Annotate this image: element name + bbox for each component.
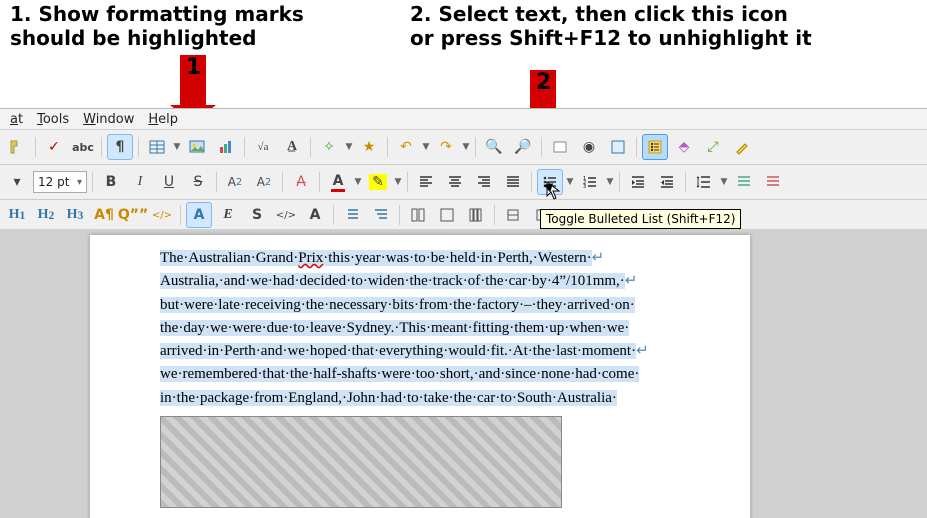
spellcheck-icon[interactable]: abc bbox=[70, 134, 96, 160]
embedded-photo bbox=[160, 416, 562, 508]
dec-indent2-icon[interactable] bbox=[760, 169, 786, 195]
cols4-icon[interactable] bbox=[500, 202, 526, 228]
subscript-button[interactable]: A2 bbox=[251, 169, 277, 195]
toolbar-standard: ✓ abc ¶ ▼ √a A̲ ✧ ▼ ★ ↶ ▼ ↷ ▼ 🔍 🔎 ◉ ⬘ ⤢ bbox=[0, 130, 927, 165]
toggle-bulleted-list-button[interactable] bbox=[642, 134, 668, 160]
toolbar-formatting: ▾ 12 pt B I U S A2 A2 A̶ A ▼ ✎ ▼ ▼ 123 ▼… bbox=[0, 165, 927, 200]
menu-tools[interactable]: Tools bbox=[37, 112, 69, 127]
redo-dropdown[interactable]: ▼ bbox=[462, 142, 470, 152]
navigator-icon[interactable]: ◉ bbox=[576, 134, 602, 160]
h1-style[interactable]: H1 bbox=[4, 202, 30, 228]
autospell-icon[interactable]: ✓ bbox=[41, 134, 67, 160]
undo-icon[interactable]: ↶ bbox=[393, 134, 419, 160]
numbered-list-button[interactable]: 123 bbox=[577, 169, 603, 195]
insert-image-icon[interactable] bbox=[184, 134, 210, 160]
insert-chart-icon[interactable] bbox=[213, 134, 239, 160]
pre-style[interactable]: </> bbox=[149, 202, 175, 228]
bulleted-list-button[interactable] bbox=[537, 169, 563, 195]
toolbar-styles: H1 H2 H3 A¶ Q”” </> A E S </> A bbox=[0, 200, 927, 231]
arrow-number-2: 2 bbox=[536, 70, 551, 95]
table-dropdown[interactable]: ▼ bbox=[173, 142, 181, 152]
highlight-color-button[interactable]: ✎ bbox=[365, 169, 391, 195]
underline-button[interactable]: U bbox=[156, 169, 182, 195]
annotation-1: 1. Show formatting marks should be highl… bbox=[10, 2, 304, 50]
strike-button[interactable]: S bbox=[185, 169, 211, 195]
align-center-icon[interactable] bbox=[442, 169, 468, 195]
font-color-dd[interactable]: ▼ bbox=[354, 177, 362, 187]
quote-style[interactable]: Q”” bbox=[120, 202, 146, 228]
menu-window[interactable]: Window bbox=[83, 112, 134, 127]
h3-style[interactable]: H3 bbox=[62, 202, 88, 228]
find-icon[interactable]: 🔍 bbox=[481, 134, 507, 160]
page[interactable]: The·Australian·Grand·Prix·this·year·was·… bbox=[90, 235, 750, 518]
erase-format-icon[interactable]: A̶ bbox=[288, 169, 314, 195]
redo-icon[interactable]: ↷ bbox=[433, 134, 459, 160]
align-justify-icon[interactable] bbox=[500, 169, 526, 195]
list2-icon[interactable] bbox=[368, 202, 394, 228]
strong-style[interactable]: S bbox=[244, 202, 270, 228]
formula-icon[interactable]: √a bbox=[250, 134, 276, 160]
para-style-dd[interactable]: ▾ bbox=[4, 169, 30, 195]
align-left-icon[interactable] bbox=[413, 169, 439, 195]
bullet-dd[interactable]: ▼ bbox=[566, 177, 574, 187]
rect-icon[interactable] bbox=[547, 134, 573, 160]
svg-text:3: 3 bbox=[583, 184, 586, 190]
document-area: The·Australian·Grand·Prix·this·year·was·… bbox=[0, 229, 927, 518]
star-icon[interactable]: ★ bbox=[356, 134, 382, 160]
paragraph-text[interactable]: The·Australian·Grand·Prix·this·year·was·… bbox=[160, 247, 706, 410]
align-right-icon[interactable] bbox=[471, 169, 497, 195]
superscript-button[interactable]: A2 bbox=[222, 169, 248, 195]
line-icon[interactable]: ⤢ bbox=[700, 134, 726, 160]
font-size-field[interactable]: 12 pt bbox=[33, 171, 87, 193]
menu-format[interactable]: at bbox=[10, 112, 23, 127]
source-style[interactable]: </> bbox=[273, 202, 299, 228]
menubar: at Tools Window Help bbox=[0, 109, 927, 130]
shape-icon[interactable]: ⬘ bbox=[671, 134, 697, 160]
arrow-number-1: 1 bbox=[186, 55, 201, 80]
char-icon[interactable]: A̲ bbox=[279, 134, 305, 160]
emphasis-style[interactable]: E bbox=[215, 202, 241, 228]
clone-formatting-icon[interactable] bbox=[4, 134, 30, 160]
insert-table-icon[interactable] bbox=[144, 134, 170, 160]
list1-icon[interactable] bbox=[339, 202, 365, 228]
char-style-a[interactable]: A bbox=[186, 202, 212, 228]
box2-icon[interactable] bbox=[605, 134, 631, 160]
highlight-pen-icon[interactable] bbox=[729, 134, 755, 160]
spacing-dd[interactable]: ▼ bbox=[720, 177, 728, 187]
bold-button[interactable]: B bbox=[98, 169, 124, 195]
cols2-icon[interactable] bbox=[434, 202, 460, 228]
char-style-a2[interactable]: A bbox=[302, 202, 328, 228]
decrease-indent-icon[interactable] bbox=[654, 169, 680, 195]
number-dd[interactable]: ▼ bbox=[606, 177, 614, 187]
zoom-icon[interactable]: 🔎 bbox=[510, 134, 536, 160]
annotation-2: 2. Select text, then click this icon or … bbox=[410, 2, 812, 50]
h2-style[interactable]: H2 bbox=[33, 202, 59, 228]
tooltip-bulleted-list: Toggle Bulleted List (Shift+F12) bbox=[540, 209, 741, 229]
para-style[interactable]: A¶ bbox=[91, 202, 117, 228]
field-dropdown[interactable]: ▼ bbox=[345, 142, 353, 152]
menu-help[interactable]: Help bbox=[148, 112, 178, 127]
editor-window: at Tools Window Help ✓ abc ¶ ▼ √a A̲ ✧ ▼… bbox=[0, 108, 927, 518]
line-spacing-icon[interactable] bbox=[691, 169, 717, 195]
cols1-icon[interactable] bbox=[405, 202, 431, 228]
insert-field-icon[interactable]: ✧ bbox=[316, 134, 342, 160]
italic-button[interactable]: I bbox=[127, 169, 153, 195]
inc-indent2-icon[interactable] bbox=[731, 169, 757, 195]
highlight-dd[interactable]: ▼ bbox=[394, 177, 402, 187]
formatting-marks-button[interactable]: ¶ bbox=[107, 134, 133, 160]
cols3-icon[interactable] bbox=[463, 202, 489, 228]
font-color-button[interactable]: A bbox=[325, 169, 351, 195]
undo-dropdown[interactable]: ▼ bbox=[422, 142, 430, 152]
increase-indent-icon[interactable] bbox=[625, 169, 651, 195]
